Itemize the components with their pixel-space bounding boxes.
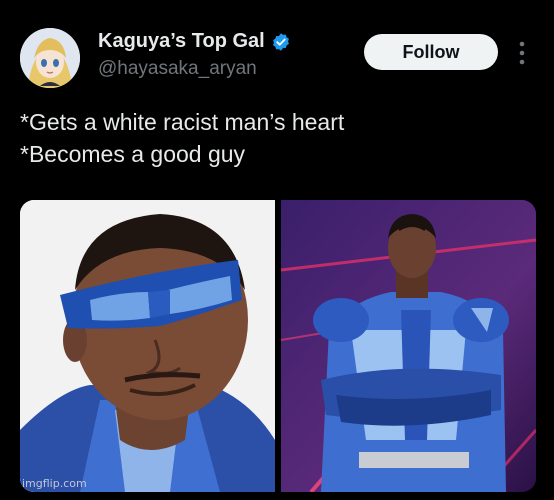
watermark: imgflip.com bbox=[22, 477, 87, 490]
follow-button[interactable]: Follow bbox=[364, 34, 498, 70]
tweet-media[interactable]: imgflip.com bbox=[20, 200, 536, 492]
author-handle[interactable]: @hayasaka_aryan bbox=[98, 58, 257, 80]
avatar[interactable] bbox=[20, 28, 80, 88]
photo-superhero-suit bbox=[281, 200, 536, 492]
media-photo-left[interactable]: imgflip.com bbox=[20, 200, 275, 492]
tweet: Kaguya’s Top Gal @hayasaka_aryan Follow … bbox=[0, 0, 554, 500]
tweet-line-1: *Gets a white racist man’s heart bbox=[20, 109, 345, 135]
display-name[interactable]: Kaguya’s Top Gal bbox=[98, 30, 265, 53]
author-name-row[interactable]: Kaguya’s Top Gal bbox=[98, 30, 291, 53]
more-vertical-icon[interactable] bbox=[518, 40, 526, 66]
tweet-text: *Gets a white racist man’s heart *Become… bbox=[20, 106, 344, 170]
tweet-line-2: *Becomes a good guy bbox=[20, 141, 246, 167]
media-photo-right[interactable] bbox=[281, 200, 536, 492]
avatar-image bbox=[20, 28, 80, 88]
photo-closeup-visor bbox=[20, 200, 275, 492]
verified-badge-icon bbox=[272, 32, 289, 51]
